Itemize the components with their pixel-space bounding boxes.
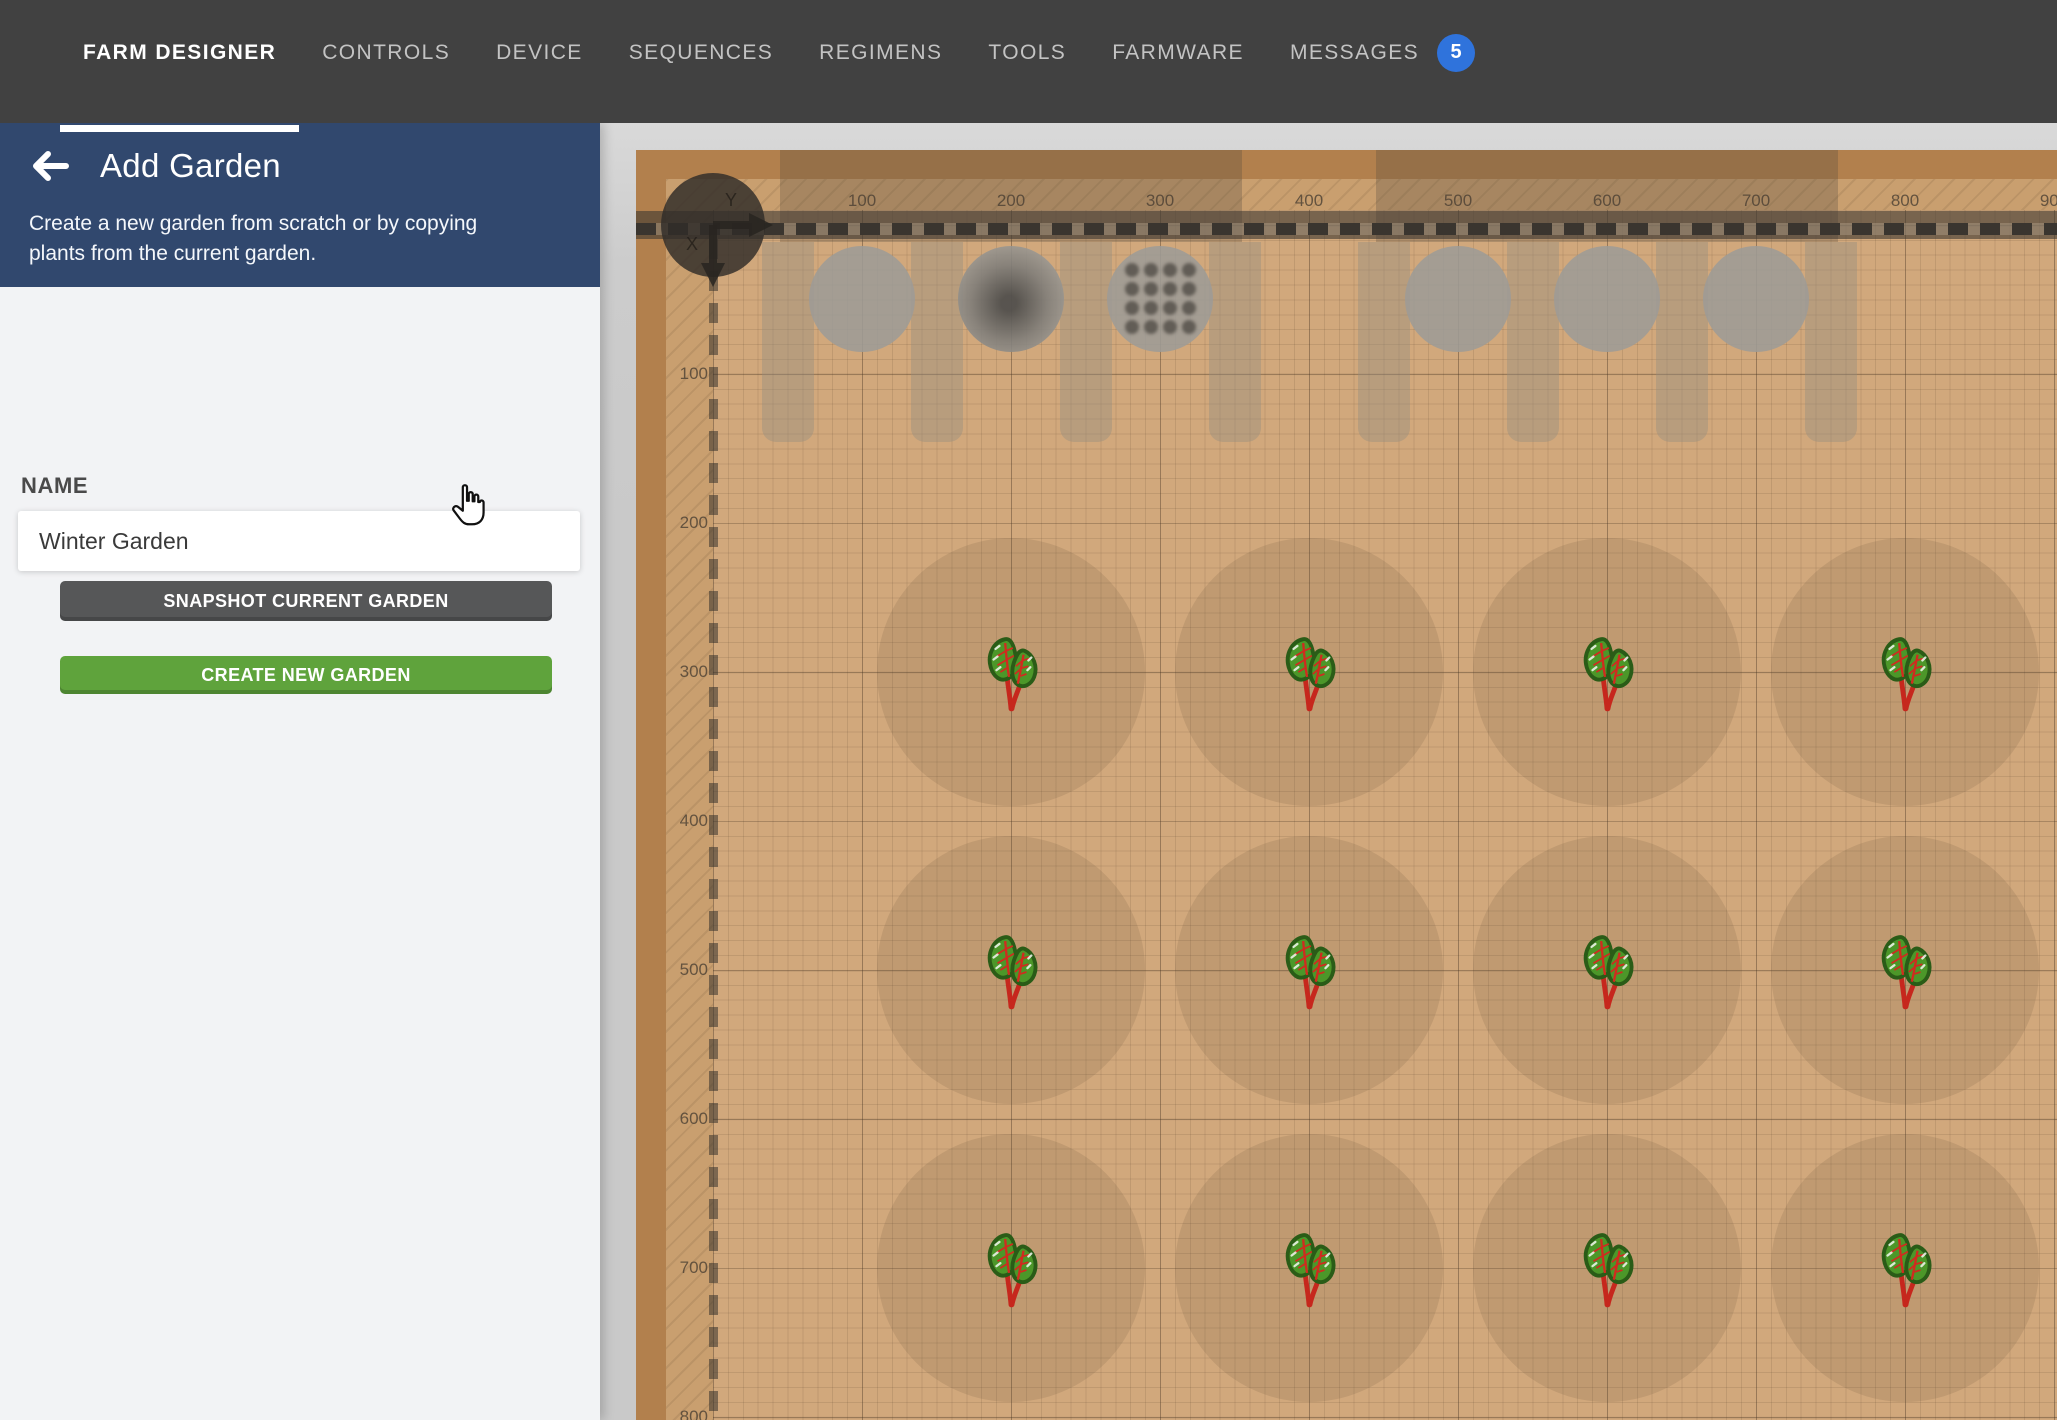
toolbay-slot xyxy=(911,242,963,442)
toolbay-slot xyxy=(1060,242,1112,442)
snapshot-current-garden-button[interactable]: SNAPSHOT CURRENT GARDEN xyxy=(60,581,552,621)
y-axis-tick-label: 400 xyxy=(648,811,708,831)
plant-chard[interactable] xyxy=(1280,933,1338,1011)
plant-chard[interactable] xyxy=(1280,635,1338,713)
nav-item-device[interactable]: DEVICE xyxy=(473,0,606,132)
nav-item-label: REGIMENS xyxy=(819,41,942,65)
toolbay-slot xyxy=(1507,242,1559,442)
name-field-label: NAME xyxy=(21,473,88,499)
seed-bin-dot xyxy=(1125,282,1139,296)
nav-item-label: SEQUENCES xyxy=(629,41,773,65)
page-title: Add Garden xyxy=(100,147,281,185)
seed-bin-dot xyxy=(1182,301,1196,315)
panel-description: Create a new garden from scratch or by c… xyxy=(29,209,507,269)
nav-item-tools[interactable]: TOOLS xyxy=(965,0,1089,132)
toolbay-slot xyxy=(1358,242,1410,442)
x-axis-tick-label: 800 xyxy=(1875,191,1935,211)
tool[interactable] xyxy=(1405,246,1511,352)
plant-chard[interactable] xyxy=(1578,635,1636,713)
y-axis-letter: Y xyxy=(725,190,737,211)
nav-item-label: FARM DESIGNER xyxy=(83,41,276,65)
seed-bin-dot xyxy=(1163,263,1177,277)
nav-items: FARM DESIGNER CONTROLS DEVICE SEQUENCES REGI… xyxy=(60,0,1498,123)
nav-item-messages[interactable]: MESSAGES 5 xyxy=(1267,0,1498,132)
farmbot-app: FARM DESIGNER CONTROLS DEVICE SEQUENCES REGI… xyxy=(0,0,2057,1420)
seed-bin-dot xyxy=(1163,282,1177,296)
garden-bed: 100 200 300 400 500 600 700 800 900 100 200 300 400 5… xyxy=(636,150,2057,1420)
y-axis-tick-label: 200 xyxy=(648,513,708,533)
seed-bin-dot xyxy=(1144,282,1158,296)
y-axis-arrowhead-icon xyxy=(749,213,773,237)
x-axis-tick-label: 400 xyxy=(1279,191,1339,211)
tool[interactable] xyxy=(958,246,1064,352)
plant-chard[interactable] xyxy=(982,1231,1040,1309)
nav-item-label: TOOLS xyxy=(988,41,1066,65)
panel-header: Add Garden Create a new garden from scra… xyxy=(0,123,600,287)
seed-bin-dot xyxy=(1163,301,1177,315)
nav-item-farmware[interactable]: FARMWARE xyxy=(1089,0,1267,132)
y-axis-tick-label: 500 xyxy=(648,960,708,980)
plant-chard[interactable] xyxy=(1280,1231,1338,1309)
garden-name-input[interactable] xyxy=(18,511,580,571)
toolbay-slot xyxy=(1209,242,1261,442)
seed-bin-dot xyxy=(1144,263,1158,277)
plant-chard[interactable] xyxy=(1578,933,1636,1011)
x-axis-tick-label: 100 xyxy=(832,191,892,211)
plant-chard[interactable] xyxy=(1876,933,1934,1011)
seed-bin-dot xyxy=(1182,263,1196,277)
tool[interactable] xyxy=(1703,246,1809,352)
messages-count-badge[interactable]: 5 xyxy=(1437,34,1475,72)
nav-item-label: FARMWARE xyxy=(1112,41,1244,65)
add-garden-panel: Add Garden Create a new garden from scra… xyxy=(0,123,600,1420)
nav-item-regimens[interactable]: REGIMENS xyxy=(796,0,965,132)
x-axis-arrowhead-icon xyxy=(701,263,725,287)
toolbay-slot xyxy=(1805,242,1857,442)
nav-item-farm-designer[interactable]: FARM DESIGNER xyxy=(60,0,299,132)
toolbay-slot xyxy=(1656,242,1708,442)
nav-item-sequences[interactable]: SEQUENCES xyxy=(606,0,796,132)
nav-item-label: CONTROLS xyxy=(322,41,450,65)
x-axis-tick-label: 600 xyxy=(1577,191,1637,211)
seed-bin-dot xyxy=(1125,320,1139,334)
y-axis-tick-label: 700 xyxy=(648,1258,708,1278)
gantry-track-dashes xyxy=(636,223,2057,235)
gantry-track xyxy=(636,211,2057,239)
seed-bin-dot xyxy=(1125,301,1139,315)
create-new-garden-button[interactable]: CREATE NEW GARDEN xyxy=(60,656,552,694)
plant-chard[interactable] xyxy=(1578,1231,1636,1309)
x-axis-tick-label: 300 xyxy=(1130,191,1190,211)
garden-map[interactable]: 100 200 300 400 500 600 700 800 900 100 200 300 400 5… xyxy=(600,123,2057,1420)
plant-chard[interactable] xyxy=(982,933,1040,1011)
x-axis-tick-label: 200 xyxy=(981,191,1041,211)
seed-bin-dot xyxy=(1163,320,1177,334)
y-axis-arrow xyxy=(713,221,749,229)
x-axis-tick-label: 500 xyxy=(1428,191,1488,211)
seed-bin-dot xyxy=(1144,301,1158,315)
top-nav: FARM DESIGNER CONTROLS DEVICE SEQUENCES REGI… xyxy=(0,0,2057,123)
x-axis-arrow xyxy=(709,225,717,263)
nav-item-controls[interactable]: CONTROLS xyxy=(299,0,473,132)
x-axis-track-dashes xyxy=(709,239,718,1420)
x-axis-tick-label: 700 xyxy=(1726,191,1786,211)
x-axis-letter: X xyxy=(686,234,698,255)
plant-chard[interactable] xyxy=(1876,1231,1934,1309)
tool[interactable] xyxy=(809,246,915,352)
toolbay-slot xyxy=(762,242,814,442)
y-axis-tick-label: 300 xyxy=(648,662,708,682)
nav-item-label: MESSAGES xyxy=(1290,41,1419,65)
seed-bin-dot xyxy=(1182,320,1196,334)
seed-bin-dot xyxy=(1125,263,1139,277)
tool[interactable] xyxy=(1554,246,1660,352)
back-arrow-icon[interactable] xyxy=(30,148,70,184)
nav-item-label: DEVICE xyxy=(496,41,583,65)
seed-bin-dot xyxy=(1182,282,1196,296)
plant-chard[interactable] xyxy=(1876,635,1934,713)
plant-chard[interactable] xyxy=(982,635,1040,713)
y-axis-tick-label: 800 xyxy=(648,1407,708,1420)
seed-tray-tool[interactable] xyxy=(1107,246,1213,352)
seed-bin-dot xyxy=(1144,320,1158,334)
y-axis-tick-label: 100 xyxy=(648,364,708,384)
x-axis-tick-label: 900 xyxy=(2024,191,2057,211)
y-axis-tick-label: 600 xyxy=(648,1109,708,1129)
